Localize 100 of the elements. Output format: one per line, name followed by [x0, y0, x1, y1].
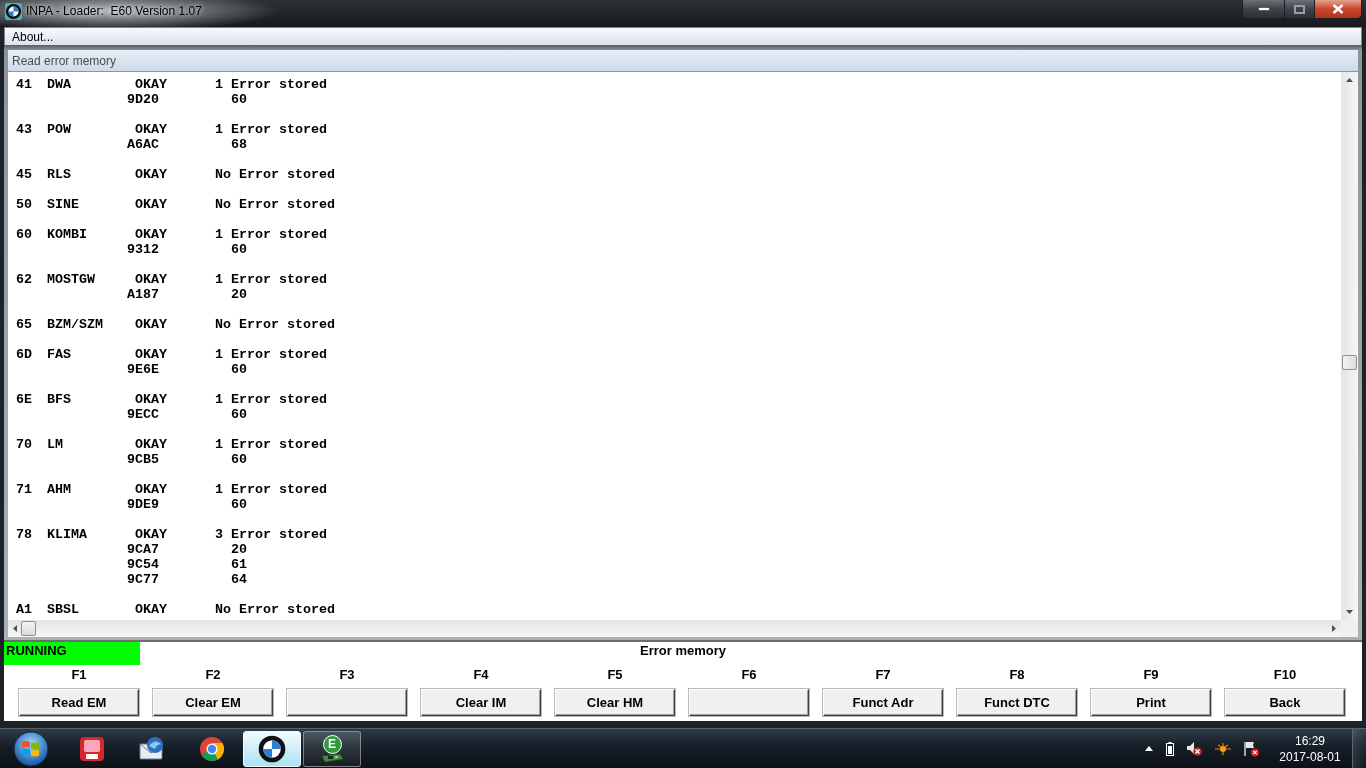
- error-summary: No Error stored: [215, 317, 335, 332]
- module-status: OKAY: [135, 197, 167, 212]
- scroll-left-arrow-icon: [13, 625, 17, 632]
- taskbar-app-button[interactable]: E: [303, 730, 361, 767]
- scrollbar-thumb[interactable]: [1342, 355, 1357, 370]
- error-summary: 3 Error stored: [215, 527, 327, 542]
- module-status: OKAY: [135, 227, 167, 242]
- module-address: 45: [16, 167, 32, 182]
- error-code: A6AC: [127, 137, 159, 152]
- function-key-label: F5: [607, 666, 623, 684]
- function-button[interactable]: [287, 689, 407, 716]
- module-address: 65: [16, 317, 32, 332]
- window-title: INPA - Loader: E60 Version 1.07: [26, 3, 202, 19]
- error-summary: 1 Error stored: [215, 482, 327, 497]
- envelope-icon: [138, 735, 166, 762]
- function-button[interactable]: Print: [1091, 689, 1211, 716]
- quartered-disc-icon: [5, 3, 22, 20]
- error-code: A187: [127, 287, 159, 302]
- error-value: 20: [231, 287, 247, 302]
- module-name: POW: [47, 122, 71, 137]
- function-button[interactable]: Funct DTC: [957, 689, 1077, 716]
- function-button[interactable]: [689, 689, 809, 716]
- module-name: FAS: [47, 347, 71, 362]
- maximize-button[interactable]: [1285, 0, 1315, 19]
- error-code: 9C54: [127, 557, 159, 572]
- minimize-button[interactable]: [1242, 0, 1285, 19]
- error-value: 60: [231, 362, 247, 377]
- minimize-icon: [1257, 7, 1270, 11]
- function-button[interactable]: Clear HM: [555, 689, 675, 716]
- horizontal-scrollbar[interactable]: [8, 620, 1341, 637]
- module-address: 60: [16, 227, 32, 242]
- module-name: DWA: [47, 77, 71, 92]
- panel-title: Read error memory: [12, 53, 117, 68]
- scrollbar-corner: [1341, 620, 1358, 637]
- error-code: 9312: [127, 242, 159, 257]
- module-status: OKAY: [135, 527, 167, 542]
- spark-icon[interactable]: [1215, 742, 1231, 755]
- error-code: 9CB5: [127, 452, 159, 467]
- start-orb-icon: [13, 730, 49, 767]
- document-tile-icon: [79, 735, 105, 762]
- error-code: 9CA7: [127, 542, 159, 557]
- menu-item[interactable]: About...: [11, 28, 55, 45]
- module-status: OKAY: [135, 482, 167, 497]
- error-summary: 1 Error stored: [215, 227, 327, 242]
- module-address: 71: [16, 482, 32, 497]
- function-key-label: F7: [875, 666, 891, 684]
- close-button[interactable]: [1315, 0, 1362, 19]
- function-button[interactable]: Read EM: [19, 689, 139, 716]
- error-summary: 1 Error stored: [215, 272, 327, 287]
- module-address: 41: [16, 77, 32, 92]
- vertical-scrollbar[interactable]: [1341, 72, 1358, 620]
- module-name: RLS: [47, 167, 71, 182]
- function-button[interactable]: Back: [1225, 689, 1345, 716]
- show-desktop-button[interactable]: [1352, 729, 1366, 768]
- clock-time: 16:29: [1295, 732, 1325, 749]
- module-status: OKAY: [135, 167, 167, 182]
- module-status: OKAY: [135, 122, 167, 137]
- module-status: OKAY: [135, 602, 167, 617]
- error-value: 60: [231, 452, 247, 467]
- function-key-label: F9: [1143, 666, 1159, 684]
- module-name: MOSTGW: [47, 272, 95, 287]
- status-title: Error memory: [640, 642, 726, 659]
- taskbar-app-button[interactable]: [243, 730, 301, 767]
- function-button[interactable]: Funct Adr: [823, 689, 943, 716]
- error-summary: 1 Error stored: [215, 77, 327, 92]
- error-summary: 1 Error stored: [215, 437, 327, 452]
- error-summary: 1 Error stored: [215, 392, 327, 407]
- function-button[interactable]: Clear IM: [421, 689, 541, 716]
- caret-up-icon[interactable]: [1145, 746, 1153, 751]
- error-code: 9DE9: [127, 497, 159, 512]
- module-name: BZM/SZM: [47, 317, 103, 332]
- error-value: 64: [231, 572, 247, 587]
- quartered-disc-icon: [258, 734, 286, 763]
- module-address: 6E: [16, 392, 32, 407]
- error-code: 9D20: [127, 92, 159, 107]
- circle-logo-icon: [199, 735, 225, 762]
- flag-icon[interactable]: [1244, 740, 1259, 757]
- function-key-label: F8: [1009, 666, 1025, 684]
- function-key-label: F4: [473, 666, 489, 684]
- function-button[interactable]: Clear EM: [153, 689, 273, 716]
- error-code: 9ECC: [127, 407, 159, 422]
- close-icon: [1332, 4, 1344, 14]
- module-address: 43: [16, 122, 32, 137]
- error-summary: 1 Error stored: [215, 347, 327, 362]
- muted-speaker-icon[interactable]: [1187, 741, 1202, 756]
- circuit-board-icon: [320, 753, 344, 763]
- scrollbar-thumb[interactable]: [21, 621, 36, 636]
- maximize-icon: [1294, 4, 1305, 14]
- error-summary: No Error stored: [215, 602, 335, 617]
- error-value: 20: [231, 542, 247, 557]
- module-address: A1: [16, 602, 32, 617]
- function-key-label: F3: [339, 666, 355, 684]
- error-value: 68: [231, 137, 247, 152]
- function-key-label: F6: [741, 666, 757, 684]
- module-status: OKAY: [135, 347, 167, 362]
- module-name: KOMBI: [47, 227, 87, 242]
- module-status: OKAY: [135, 272, 167, 287]
- battery-icon[interactable]: [1166, 741, 1174, 756]
- module-address: 6D: [16, 347, 32, 362]
- error-summary: No Error stored: [215, 167, 335, 182]
